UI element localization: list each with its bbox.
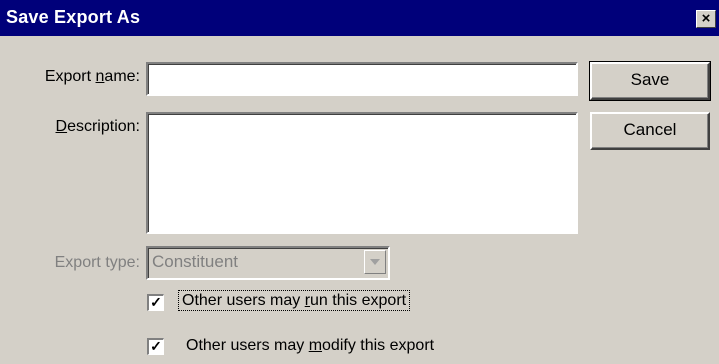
export-type-selected: Constituent	[152, 252, 238, 271]
check-icon: ✓	[150, 294, 162, 310]
run-export-focus: Other users may run this export	[177, 290, 411, 311]
close-icon: ×	[701, 10, 711, 27]
title-bar[interactable]: Save Export As ×	[0, 0, 719, 36]
save-export-dialog: Save Export As × Export name: Descriptio…	[0, 0, 719, 364]
description-textarea[interactable]	[148, 114, 576, 232]
cancel-button[interactable]: Cancel	[590, 112, 710, 150]
run-export-checkbox[interactable]: ✓	[147, 294, 164, 311]
chevron-down-icon[interactable]	[364, 250, 386, 274]
export-type-label: Export type:	[54, 254, 140, 271]
run-export-label[interactable]: Other users may run this export	[177, 290, 411, 311]
export-name-input[interactable]	[148, 64, 576, 94]
export-type-dropdown[interactable]: Constituent	[146, 246, 390, 280]
description-field-frame	[146, 112, 578, 234]
export-name-label: Export name:	[44, 68, 140, 85]
check-icon: ✓	[150, 338, 162, 354]
save-button[interactable]: Save	[589, 61, 711, 101]
close-button[interactable]: ×	[696, 10, 716, 28]
dialog-title: Save Export As	[6, 7, 141, 27]
description-label: Description:	[55, 118, 140, 135]
modify-export-checkbox[interactable]: ✓	[147, 338, 164, 355]
modify-export-label[interactable]: Other users may modify this export	[186, 337, 434, 355]
export-name-field-frame	[146, 62, 578, 96]
